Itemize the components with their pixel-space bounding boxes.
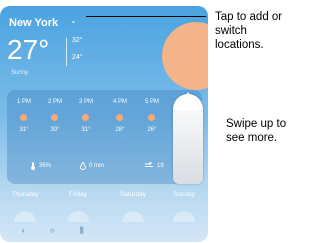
sun-dot-icon xyxy=(51,114,58,121)
weather-icon xyxy=(122,211,144,222)
sun-dot-icon xyxy=(20,114,27,121)
thermometer-icon xyxy=(31,162,35,170)
sun-dot-icon xyxy=(116,114,123,121)
sun-icon xyxy=(162,22,208,90)
low-temperature: 24° xyxy=(72,54,83,61)
hour-temp: 28° xyxy=(115,127,125,133)
condition-label: Sunny xyxy=(11,70,29,76)
high-temperature: 32° xyxy=(72,37,83,44)
day-forecast: Sunday xyxy=(161,191,207,222)
sun-dot-icon xyxy=(148,114,155,121)
wind-stat: 19 xyxy=(145,162,164,169)
weather-icon xyxy=(67,211,89,222)
wind-icon xyxy=(145,162,153,167)
hour-temp: 26° xyxy=(147,127,157,133)
precipitation-stat: 0 mm xyxy=(80,162,104,170)
hour-time: 3 PM xyxy=(78,99,93,105)
location-name[interactable]: New York xyxy=(9,17,58,29)
hour-temp: 31° xyxy=(19,127,29,133)
day-label: Thursday xyxy=(11,191,39,198)
system-nav-bar: ‹ ○ ⫼ xyxy=(0,226,208,238)
hour-temp: 31° xyxy=(81,127,91,133)
wind-value: 19 xyxy=(157,162,164,169)
day-label: Saturday xyxy=(119,191,147,198)
day-label: Sunday xyxy=(172,191,196,198)
day-forecast: Saturday xyxy=(110,191,156,222)
callout-pointer-line xyxy=(86,16,206,17)
hour-time: 5 PM xyxy=(144,99,159,105)
hour-temp: 30° xyxy=(50,127,60,133)
recent-apps-icon[interactable]: ⫼ xyxy=(80,226,84,236)
tap-callout: Tap to add or switch locations. xyxy=(215,11,283,51)
weather-icon xyxy=(14,211,36,222)
humidity-value: 36% xyxy=(39,163,52,169)
swipe-callout: Swipe up to see more. xyxy=(226,118,287,144)
day-label: Friday xyxy=(68,191,88,198)
hour-time: 1 PM xyxy=(16,99,31,105)
current-temperature: 27° xyxy=(7,34,50,65)
humidity-stat: 36% xyxy=(30,162,51,170)
hour-time: 4 PM xyxy=(112,99,127,105)
arrow-up-icon xyxy=(175,92,201,110)
chevron-down-icon[interactable]: ⌄ xyxy=(70,16,77,25)
day-forecast: Thursday xyxy=(2,191,48,222)
back-icon[interactable]: ‹ xyxy=(22,226,25,235)
day-forecast: Friday xyxy=(55,191,101,222)
divider xyxy=(66,38,67,66)
precipitation-value: 0 mm xyxy=(89,163,104,169)
droplet-icon xyxy=(80,162,86,170)
home-icon[interactable]: ○ xyxy=(50,226,55,235)
sun-dot-icon xyxy=(82,114,89,121)
weather-icon xyxy=(173,211,195,222)
weather-app-screen: New York ⌄ 27° 32° 24° Sunny 1 PM 31° 2 … xyxy=(0,6,208,242)
hour-time: 2 PM xyxy=(47,99,62,105)
